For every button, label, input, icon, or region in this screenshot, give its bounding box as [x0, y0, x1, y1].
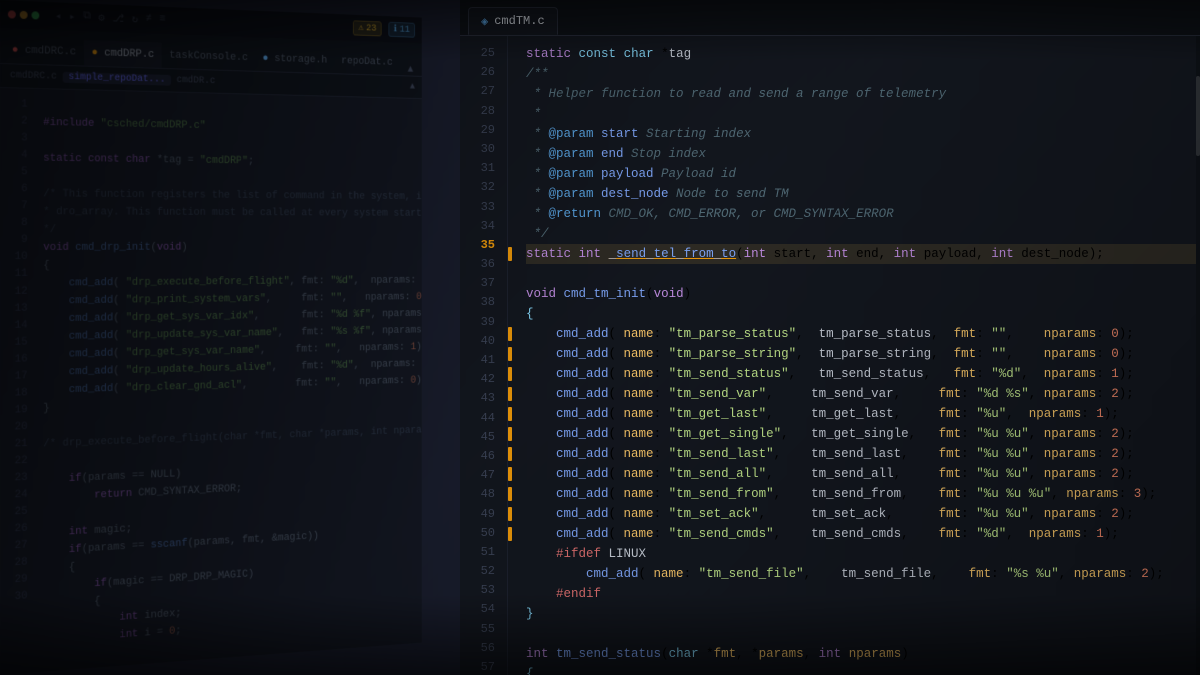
list-item: * dro_array. This function must be calle… [43, 204, 422, 223]
scroll-thumb[interactable] [1196, 76, 1200, 156]
arrow-right-icon[interactable]: ▸ [69, 10, 75, 24]
list-item: { [526, 664, 1196, 675]
list-item: * @return CMD_OK, CMD_ERROR, or CMD_SYNT… [526, 204, 1196, 224]
tab-cmdDRP[interactable]: ● cmdDRP.c [84, 40, 162, 68]
list-item: cmd_add( name: "tm_send_file", tm_send_f… [526, 564, 1196, 584]
left-panel: ◂ ▸ ⧉ ⚙ ⎇ ↻ ≠ ≡ ⚠ 23 ℹ 11 [0, 0, 422, 675]
settings-icon[interactable]: ⚙ [98, 11, 104, 25]
info-icon: ℹ [394, 24, 397, 35]
left-code-content: #include "csched/cmdDRP.c" static const … [35, 89, 421, 675]
list-item: * [526, 104, 1196, 124]
list-item: cmd_add( name: "tm_get_single", tm_get_s… [526, 424, 1196, 444]
split-icon[interactable]: ⧉ [83, 10, 91, 24]
tab-storage[interactable]: ● storage.h [255, 46, 334, 73]
list-item: cmd_add( name: "tm_send_var", tm_send_va… [526, 384, 1196, 404]
list-item: cmd_add( name: "tm_get_last", tm_get_las… [526, 404, 1196, 424]
list-item: cmd_add( name: "tm_parse_string", tm_par… [526, 344, 1196, 364]
list-item: * @param start Starting index [526, 124, 1196, 144]
right-tab-bar: ◈ cmdTM.c [460, 0, 1200, 36]
info-count: 11 [400, 25, 410, 36]
tab-label: cmdTM.c [494, 14, 544, 28]
list-item: void cmd_drp_init(void) [43, 240, 422, 258]
left-code-area: 1 2 3 4 5 6 7 8 9 10 11 12 13 14 15 16 1… [0, 88, 422, 675]
menu-icon[interactable]: ≡ [159, 13, 165, 27]
tab-cmdTM[interactable]: ◈ cmdTM.c [468, 7, 558, 35]
list-item: cmd_add( name: "tm_send_last", tm_send_l… [526, 444, 1196, 464]
list-item: * @param dest_node Node to send TM [526, 184, 1196, 204]
diff-icon[interactable]: ≠ [146, 13, 152, 27]
list-item: * Helper function to read and send a ran… [526, 84, 1196, 104]
list-item [526, 624, 1196, 644]
tab-repoDat[interactable]: repoDat.c [334, 49, 399, 75]
warning-badge: ⚠ 23 [353, 20, 382, 36]
list-item: */ [43, 222, 422, 240]
list-item: { [526, 304, 1196, 324]
minimize-dot[interactable] [20, 11, 28, 19]
list-item: cmd_add( name: "tm_send_cmds", tm_send_c… [526, 524, 1196, 544]
list-item [526, 264, 1196, 284]
maximize-dot[interactable] [32, 11, 40, 19]
list-item: cmd_add( name: "tm_send_status", tm_send… [526, 364, 1196, 384]
branch-icon[interactable]: ⎇ [112, 12, 124, 26]
list-item: static const char *tag [526, 44, 1196, 64]
warning-count: 23 [366, 23, 376, 34]
code-area: 25 26 27 28 29 30 31 32 33 34 35 36 37 3… [460, 36, 1200, 675]
list-item: cmd_add( name: "tm_set_ack", tm_set_ack,… [526, 504, 1196, 524]
left-line-numbers: 1 2 3 4 5 6 7 8 9 10 11 12 13 14 15 16 1… [0, 88, 35, 675]
list-item: cmd_add( name: "tm_send_all", tm_send_al… [526, 464, 1196, 484]
info-badge: ℹ 11 [389, 22, 415, 38]
close-dot[interactable] [8, 10, 16, 18]
tab-cmdDRC[interactable]: ● cmdDRC.c [4, 37, 84, 65]
warning-icon: ⚠ [358, 22, 363, 33]
line-numbers: 25 26 27 28 29 30 31 32 33 34 35 36 37 3… [460, 36, 508, 675]
list-item: int tm_send_status(char *fmt, *params, i… [526, 644, 1196, 664]
list-item: * @param payload Payload id [526, 164, 1196, 184]
tab-taskConsole[interactable]: taskConsole.c [162, 43, 256, 71]
list-item: /* This function registers the list of c… [43, 186, 422, 206]
right-panel: ◈ cmdTM.c 25 26 27 28 29 30 31 32 33 34 … [460, 0, 1200, 675]
file-icon: ◈ [481, 14, 488, 29]
list-item: void cmd_tm_init(void) [526, 284, 1196, 304]
list-item: #ifdef LINUX [526, 544, 1196, 564]
list-item: */ [526, 224, 1196, 244]
arrow-left-icon[interactable]: ◂ [55, 9, 61, 23]
list-item: cmd_add( name: "tm_send_from", tm_send_f… [526, 484, 1196, 504]
list-item: #endif [526, 584, 1196, 604]
code-content: static const char *tag /** * Helper func… [514, 36, 1196, 675]
list-item: static int _send_tel_from_to(int start, … [526, 244, 1196, 264]
sync-icon[interactable]: ↻ [132, 12, 138, 26]
list-item: } [526, 604, 1196, 624]
toolbar-icons: ◂ ▸ ⧉ ⚙ ⎇ ↻ ≠ ≡ [55, 9, 166, 27]
list-item: * @param end Stop index [526, 144, 1196, 164]
editor-container: ◂ ▸ ⧉ ⚙ ⎇ ↻ ≠ ≡ ⚠ 23 ℹ 11 [0, 0, 1200, 675]
list-item: /** [526, 64, 1196, 84]
scrollbar[interactable] [1196, 36, 1200, 675]
list-item: cmd_add( name: "tm_parse_status", tm_par… [526, 324, 1196, 344]
